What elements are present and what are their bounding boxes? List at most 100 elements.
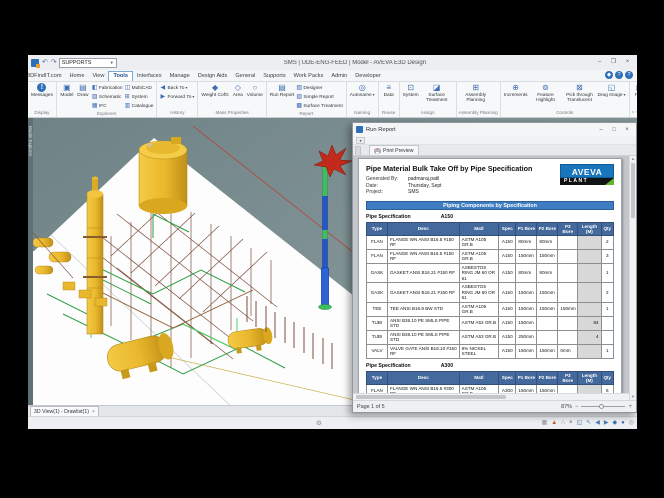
ribbon-button-back-to[interactable]: ◀Back To▾ <box>160 84 194 92</box>
toolbar-dropdown-icon[interactable]: ▾ <box>356 137 365 144</box>
tab-print-preview[interactable]: Print Preview <box>369 145 419 155</box>
app-icon <box>31 59 39 67</box>
ribbon-button-system[interactable]: ⊞System <box>125 93 154 101</box>
dialog-title-bar[interactable]: Run Report –□× <box>353 123 636 136</box>
ribbon-button-messages[interactable]: !Messages <box>30 83 54 98</box>
dialog-control-1[interactable]: □ <box>608 125 620 135</box>
model-icon: ▣ <box>63 83 71 92</box>
gear-icon[interactable]: ⚙ <box>316 419 322 427</box>
vertical-scrollbar[interactable]: ▲ ▼ <box>629 156 636 400</box>
ribbon-button-data[interactable]: ≡Data <box>381 83 397 98</box>
ribbon-button-drag-image[interactable]: ◱Drag Image▾ <box>596 83 626 98</box>
ribbon-button-volume[interactable]: ○Volume <box>246 83 264 98</box>
ribbon-button-assembly-planning[interactable]: ⊞Assembly Planning <box>459 83 493 104</box>
ribbon-tab-work-packs[interactable]: Work Packs <box>290 72 328 81</box>
ribbon-button-forward-to[interactable]: ▶Forward To▾ <box>160 93 194 101</box>
designer-icon: ▧ <box>296 85 302 91</box>
statusbar-icon-8[interactable]: ◆ <box>613 420 618 427</box>
ribbon-button-weight-cofg[interactable]: ◆Weight CofG <box>200 83 229 98</box>
ribbon-button-area[interactable]: ◇Area <box>230 83 246 98</box>
ribbon-tab-admin[interactable]: Admin <box>327 72 351 81</box>
table-cell: 80mm <box>537 235 558 249</box>
vertical-scroll-thumb[interactable] <box>631 163 635 218</box>
ribbon-button-system[interactable]: ⊡System <box>402 83 420 98</box>
horizontal-scrollbar[interactable] <box>353 393 629 400</box>
table-cell: FLAN <box>367 235 388 249</box>
ribbon-button-feature-highlight[interactable]: ⊚Feature Highlight <box>528 83 562 104</box>
ribbon-button-autoname[interactable]: ◎Autoname▾ <box>349 83 376 98</box>
ribbon-button-increments[interactable]: ⊕Increments <box>503 83 529 98</box>
ribbon-button-run[interactable]: ▶Run <box>632 83 637 98</box>
ribbon-button-surface-treatment[interactable]: ◪Surface Treatment <box>420 83 454 104</box>
ribbon-button-multicad[interactable]: ◫MultiCAD <box>125 84 154 92</box>
statusbar-icon-0[interactable]: ▦ <box>542 420 548 427</box>
spec-heading: Pipe SpecificationA150 <box>366 214 614 220</box>
ribbon-button-model[interactable]: ▣Model <box>59 83 75 98</box>
redo-icon[interactable]: ↷ <box>51 59 57 67</box>
statusbar-icon-10[interactable]: ◎ <box>629 420 634 427</box>
scroll-up-icon[interactable]: ▲ <box>630 156 636 162</box>
ribbon-group-mass-properties: ◆Weight CofG◇Area○VolumeMass Properties <box>198 82 266 117</box>
statusbar-icon-2[interactable]: ∴ <box>561 420 565 427</box>
zoom-slider-thumb[interactable] <box>599 404 604 409</box>
supports-combobox-value: SUPPORTS <box>62 60 92 66</box>
zoom-slider[interactable] <box>581 406 625 407</box>
scroll-down-icon[interactable]: ▼ <box>630 394 636 400</box>
window-control-0[interactable]: – <box>593 57 606 68</box>
statusbar-icon-7[interactable]: ▶ <box>604 420 609 427</box>
view-tab-3d[interactable]: 3D View(1) - Drawlist(1) × <box>30 406 99 416</box>
undo-icon[interactable]: ↶ <box>42 59 48 67</box>
ribbon-button-schematic[interactable]: ▨Schematic <box>92 93 123 101</box>
ribbon-button-surface-treatment[interactable]: ▩Surface Treatment <box>296 102 342 110</box>
dialog-control-2[interactable]: × <box>621 125 633 135</box>
table-cell: A150 <box>499 235 516 249</box>
system-icon: ⊞ <box>125 94 131 100</box>
zoom-in-icon[interactable]: + <box>628 404 632 410</box>
column-header: Length (M) <box>578 371 601 384</box>
statusbar-icon-1[interactable]: ▲ <box>551 420 557 427</box>
ribbon-tab-3dfindit-com[interactable]: 3DFindIT.com <box>28 72 66 81</box>
ribbon-tab-view[interactable]: View <box>88 72 108 81</box>
ribbon-button-designer[interactable]: ▧Designer <box>296 84 342 92</box>
horizontal-scroll-thumb[interactable] <box>356 395 506 399</box>
ribbon-button-catalogue[interactable]: ▥Catalogue <box>125 102 154 110</box>
table-cell: 9% NICKEL STEEL <box>459 344 499 358</box>
ribbon-group-assembly-planning: ⊞Assembly PlanningAssembly Planning <box>457 82 501 117</box>
dialog-control-0[interactable]: – <box>595 125 607 135</box>
statusbar-icon-3[interactable]: × <box>569 420 573 427</box>
ribbon-button-simple-report[interactable]: ▨Simple Report <box>296 93 342 101</box>
ribbon-button-draw[interactable]: ▤Draw <box>75 83 91 98</box>
statusbar-icon-4[interactable]: ◱ <box>577 420 583 427</box>
help-icon-2[interactable]: ? <box>625 71 633 79</box>
table-row: VALVVALVE GATE ANSI B16.10 #150 RF9% NIC… <box>367 344 614 358</box>
ribbon-tab-general[interactable]: General <box>231 72 259 81</box>
ribbon-tab-design-aids[interactable]: Design Aids <box>194 72 232 81</box>
ribbon-collapse-icon[interactable]: ⌃ <box>631 111 635 117</box>
screen: ↶ ↷ SUPPORTS ▼ SMS | UDE-ENG-FEED | Mode… <box>0 0 664 498</box>
statusbar-icon-9[interactable]: ● <box>621 420 625 427</box>
ribbon-tab-home[interactable]: Home <box>66 72 89 81</box>
column-header: P3 Bore <box>558 371 578 384</box>
statusbar-icon-5[interactable]: ↖ <box>586 420 591 427</box>
ribbon-tab-interfaces[interactable]: Interfaces <box>133 72 166 81</box>
ribbon-tab-developer[interactable]: Developer <box>351 72 385 81</box>
zoom-out-icon[interactable]: − <box>575 404 579 410</box>
window-control-1[interactable]: ❐ <box>607 57 620 68</box>
help-icon-1[interactable]: ? <box>615 71 623 79</box>
window-control-2[interactable]: × <box>621 57 634 68</box>
increments-icon: ⊕ <box>512 83 519 92</box>
help-icon-0[interactable]: ◆ <box>605 71 613 79</box>
supports-combobox[interactable]: SUPPORTS ▼ <box>59 58 117 68</box>
column-header: P1 Bore <box>516 222 537 235</box>
ribbon-tab-manage[interactable]: Manage <box>166 72 194 81</box>
tab-strip-button[interactable] <box>355 146 361 155</box>
model-explorer-tab[interactable]: Model Explorer <box>28 118 33 405</box>
ribbon-tab-tools[interactable]: Tools <box>108 71 133 81</box>
statusbar-icon-6[interactable]: ◀ <box>595 420 600 427</box>
ribbon-button-ifc[interactable]: ▦IFC <box>92 102 123 110</box>
ribbon-tab-supports[interactable]: Supports <box>259 72 289 81</box>
ribbon-button-pick-through-translucent[interactable]: ⊠Pick through Translucent <box>562 83 596 104</box>
ribbon-button-fabrication[interactable]: ◧Fabrication <box>92 84 123 92</box>
ribbon-button-run-report[interactable]: ▤Run Report <box>269 83 296 98</box>
close-icon[interactable]: × <box>92 409 95 415</box>
